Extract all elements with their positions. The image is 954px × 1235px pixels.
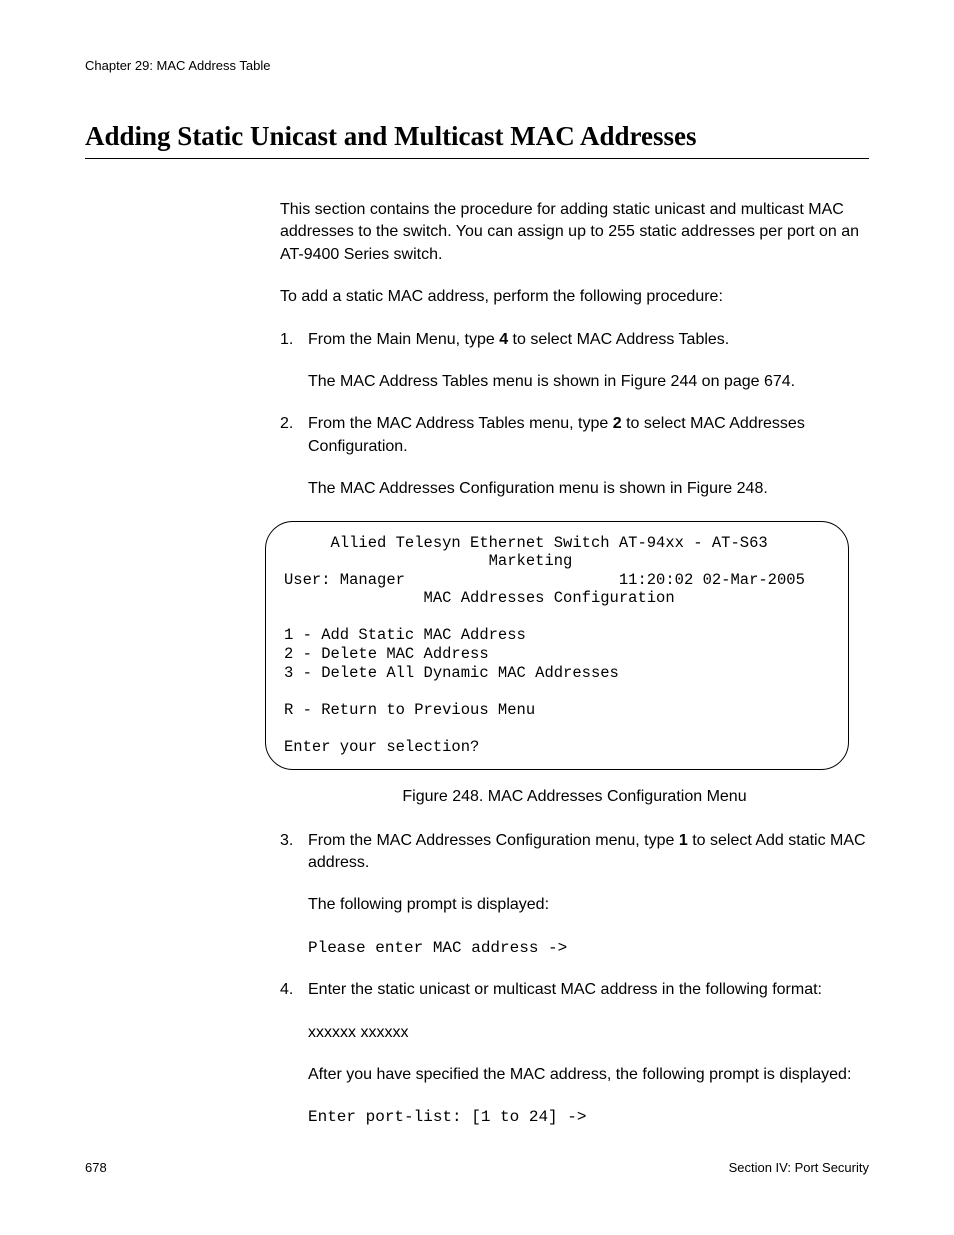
step-4-text: Enter the static unicast or multicast MA… — [308, 981, 822, 998]
step-3: From the MAC Addresses Configuration men… — [280, 830, 869, 960]
step-1: From the Main Menu, type 4 to select MAC… — [280, 329, 869, 394]
step-3-body1: The following prompt is displayed: — [308, 894, 869, 916]
step-4-format: xxxxxx xxxxxx — [308, 1022, 869, 1044]
figure-caption: Figure 248. MAC Addresses Configuration … — [280, 788, 869, 806]
lead-paragraph: To add a static MAC address, perform the… — [280, 286, 869, 308]
step-4-prompt: Enter port-list: [1 to 24] -> — [308, 1106, 869, 1128]
step-2-text: From the MAC Address Tables menu, type 2… — [308, 415, 805, 454]
step-1-body: The MAC Address Tables menu is shown in … — [308, 371, 869, 393]
step-2: From the MAC Address Tables menu, type 2… — [280, 413, 869, 500]
section-label: Section IV: Port Security — [729, 1160, 869, 1175]
step-3-text: From the MAC Addresses Configuration men… — [308, 832, 866, 871]
step-2-body: The MAC Addresses Configuration menu is … — [308, 478, 869, 500]
step-4-body2: After you have specified the MAC address… — [308, 1064, 869, 1086]
step-1-text: From the Main Menu, type 4 to select MAC… — [308, 331, 729, 348]
intro-paragraph: This section contains the procedure for … — [280, 199, 869, 266]
terminal-screen: Allied Telesyn Ethernet Switch AT-94xx -… — [265, 521, 849, 770]
page-number: 678 — [85, 1160, 107, 1175]
section-title: Adding Static Unicast and Multicast MAC … — [85, 121, 869, 159]
step-3-prompt: Please enter MAC address -> — [308, 937, 869, 959]
chapter-header: Chapter 29: MAC Address Table — [85, 58, 869, 73]
step-4: Enter the static unicast or multicast MA… — [280, 979, 869, 1129]
